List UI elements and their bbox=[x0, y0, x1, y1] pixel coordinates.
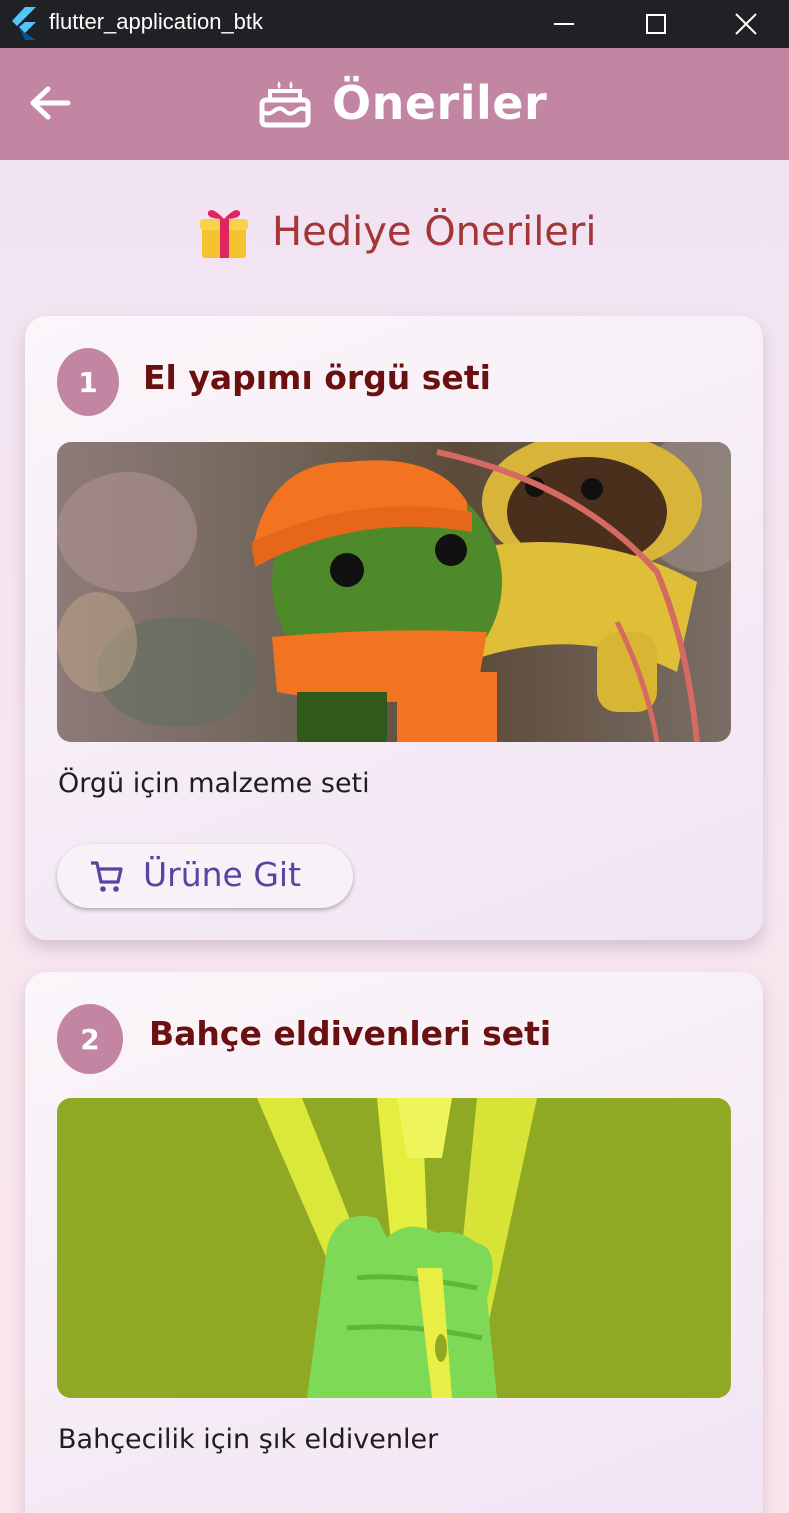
window-titlebar: flutter_application_btk bbox=[0, 0, 789, 48]
cart-icon bbox=[91, 861, 123, 892]
section-header: Hediye Önerileri bbox=[198, 202, 596, 262]
suggestion-card: 1 El yapımı örgü seti Örgü için malzeme … bbox=[25, 316, 763, 940]
card-title: El yapımı örgü seti bbox=[143, 358, 491, 397]
close-button[interactable] bbox=[702, 0, 789, 48]
number-badge: 1 bbox=[57, 348, 119, 416]
minimize-icon bbox=[554, 23, 574, 25]
window-title: flutter_application_btk bbox=[49, 9, 264, 34]
number-badge: 2 bbox=[57, 1004, 123, 1074]
knitted-dolls-photo bbox=[57, 442, 731, 742]
card-description: Bahçecilik için şık eldivenler bbox=[58, 1424, 439, 1455]
back-button[interactable] bbox=[24, 80, 74, 130]
go-to-product-button[interactable]: Ürüne Git bbox=[57, 844, 353, 908]
close-icon bbox=[734, 13, 757, 35]
section-title: Hediye Önerileri bbox=[272, 209, 597, 255]
go-to-product-label: Ürüne Git bbox=[143, 855, 302, 894]
card-title: Bahçe eldivenleri seti bbox=[149, 1014, 552, 1053]
flutter-logo-icon bbox=[12, 7, 36, 40]
arrow-back-icon bbox=[30, 86, 71, 120]
content-area[interactable]: Hediye Önerileri 1 El yapımı örgü seti Ö… bbox=[0, 160, 789, 1513]
cake-icon bbox=[259, 81, 311, 128]
maximize-button[interactable] bbox=[610, 0, 702, 48]
suggestion-card: 2 Bahçe eldivenleri seti Bahçecilik için… bbox=[25, 972, 763, 1513]
gift-emoji bbox=[200, 210, 248, 258]
maximize-icon bbox=[646, 14, 666, 34]
card-description: Örgü için malzeme seti bbox=[58, 768, 370, 799]
garden-glove-photo bbox=[57, 1098, 731, 1398]
app-bar: Öneriler bbox=[0, 48, 789, 160]
app-bar-title: Öneriler bbox=[258, 73, 547, 133]
page-title: Öneriler bbox=[332, 76, 548, 130]
minimize-button[interactable] bbox=[518, 0, 610, 48]
